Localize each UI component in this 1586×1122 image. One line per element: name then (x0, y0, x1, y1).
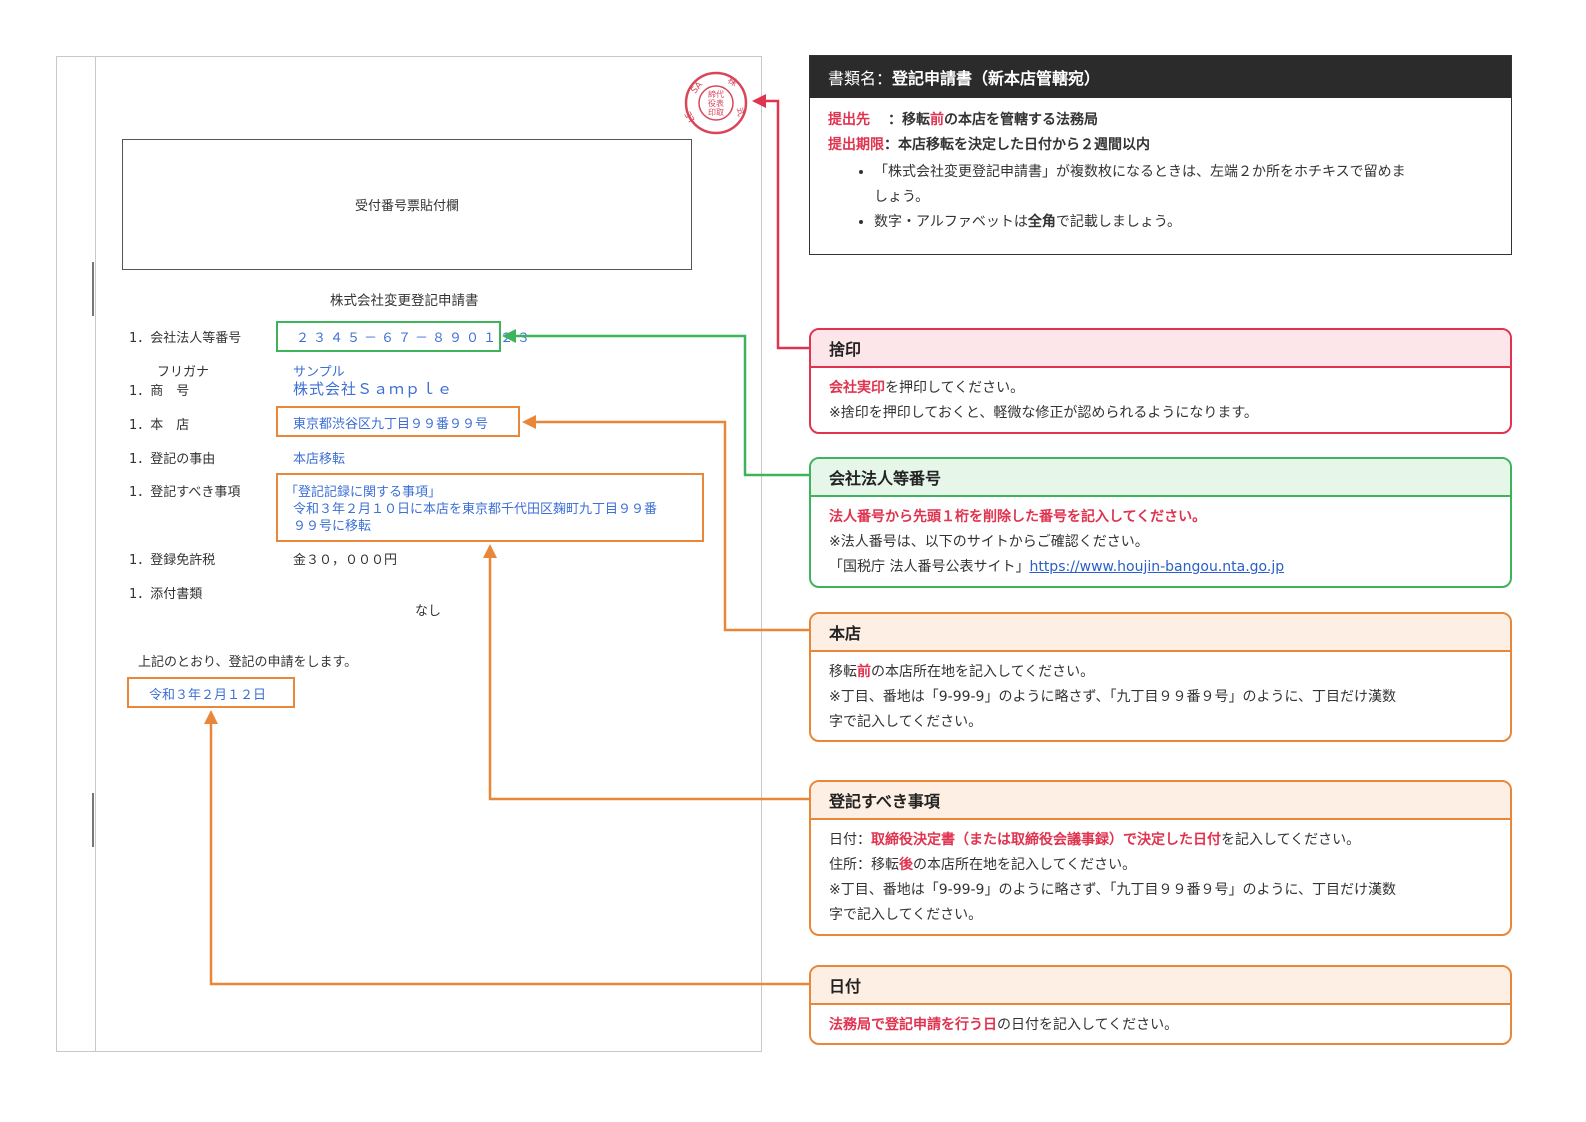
arrowhead-touki (483, 544, 497, 558)
date-card: 日付 法務局で登記申請を行う日の日付を記入してください。 (809, 965, 1512, 1045)
corp-line-1: 法人番号から先頭１桁を削除した番号を記入してください。 (829, 509, 1207, 525)
touki-card-title: 登記すべき事項 (811, 782, 1510, 820)
touki-line-2: 住所：移転後の本店所在地を記入してください。 (829, 857, 1137, 873)
submit-to-em: 前 (930, 112, 944, 128)
date-line-1: 法務局で登記申請を行う日の日付を記入してください。 (829, 1017, 1179, 1033)
document-info-title: 登記申請書（新本店管轄宛） (892, 69, 1101, 88)
note-stapling: 「株式会社変更登記申請書」が複数枚になるときは、左端２か所をホチキスで留めましょ… (874, 160, 1493, 210)
houjin-bangou-link[interactable]: https://www.houjin-bangou.nta.go.jp (1029, 559, 1284, 575)
matters-card: 登記すべき事項 日付：取締役決定書（または取締役会議事録）で決定した日付を記入し… (809, 780, 1512, 936)
submit-to-pre: ：移転 (888, 112, 930, 128)
connector-seal (766, 99, 809, 350)
deadline-text: ：本店移転を決定した日付から２週間以内 (884, 137, 1150, 153)
connector-corp (516, 334, 809, 477)
deadline-row: 提出期限：本店移転を決定した日付から２週間以内 (828, 133, 1493, 158)
document-info-card: 書類名： 登記申請書（新本店管轄宛） 提出先 ：移転前の本店を管轄する法務局 提出期… (809, 55, 1512, 255)
honten-line-3: 字で記入してください。 (829, 714, 983, 730)
arrowhead-date (204, 710, 218, 724)
date-card-title: 日付 (811, 967, 1510, 1005)
corp-line-3: 「国税庁 法人番号公表サイト」https://www.houjin-bangou… (829, 559, 1285, 575)
document-notes-list: 「株式会社変更登記申請書」が複数枚になるときは、左端２か所をホチキスで留めましょ… (828, 160, 1493, 235)
corp-line-2: ※法人番号は、以下のサイトからご確認ください。 (829, 534, 1149, 550)
honten-card-title: 本店 (811, 614, 1510, 652)
document-info-header: 書類名： 登記申請書（新本店管轄宛） (810, 56, 1511, 98)
submit-to-post: の本店を管轄する法務局 (944, 112, 1098, 128)
touki-line-4: 字で記入してください。 (829, 907, 983, 923)
note-fullwidth: 数字・アルファベットは全角で記載しましょう。 (874, 210, 1493, 235)
head-office-card: 本店 移転前の本店所在地を記入してください。 ※丁目、番地は「9-99-9」のよ… (809, 612, 1512, 742)
arrowhead-corp (502, 329, 516, 343)
seal-line-1: 会社実印を押印してください。 (829, 380, 1025, 396)
arrowhead-seal (752, 94, 766, 108)
deadline-label: 提出期限 (828, 137, 884, 153)
seal-card: 捨印 会社実印を押印してください。 ※捨印を押印しておくと、軽微な修正が認められ… (809, 328, 1512, 434)
seal-line-2: ※捨印を押印しておくと、軽微な修正が認められるようになります。 (829, 405, 1258, 421)
corp-number-card: 会社法人等番号 法人番号から先頭１桁を削除した番号を記入してください。 ※法人番… (809, 457, 1512, 588)
honten-line-2: ※丁目、番地は「9-99-9」のように略さず、「九丁目９９番９号」のように、丁目… (829, 689, 1397, 705)
touki-line-1: 日付：取締役決定書（または取締役会議事録）で決定した日付を記入してください。 (829, 832, 1361, 848)
corp-card-title: 会社法人等番号 (811, 459, 1510, 497)
connector-touki (488, 558, 809, 801)
document-info-title-prefix: 書類名： (828, 69, 893, 88)
submit-to-label: 提出先 (828, 112, 870, 128)
honten-line-1: 移転前の本店所在地を記入してください。 (829, 664, 1095, 680)
connector-date (209, 724, 809, 986)
submit-to-row: 提出先 ：移転前の本店を管轄する法務局 (828, 108, 1493, 133)
touki-line-3: ※丁目、番地は「9-99-9」のように略さず、「九丁目９９番９号」のように、丁目… (829, 882, 1397, 898)
seal-card-title: 捨印 (811, 330, 1510, 368)
connector-honten (536, 420, 809, 632)
arrowhead-honten (522, 415, 536, 429)
